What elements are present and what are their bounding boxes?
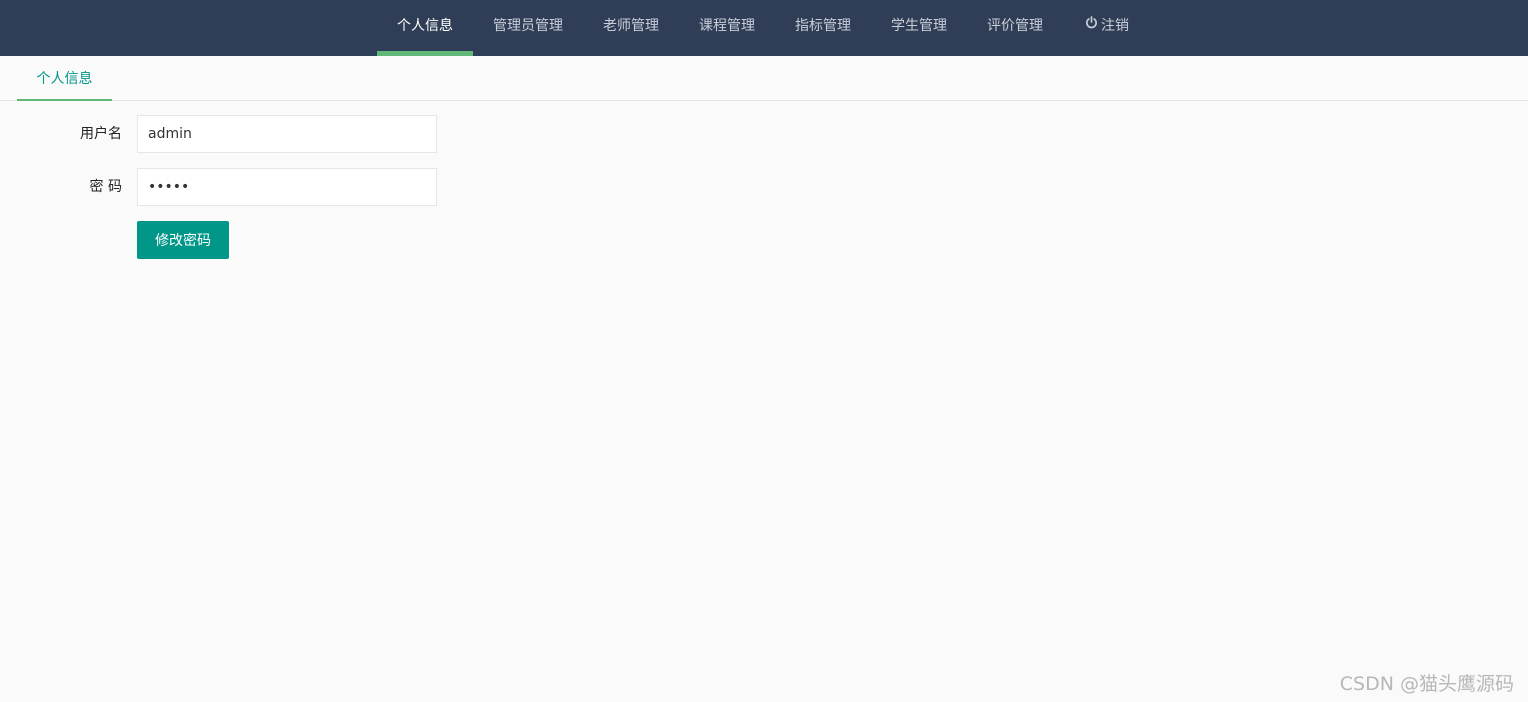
watermark: CSDN @猫头鹰源码 [1339,673,1514,695]
username-label: 用户名 [80,126,122,142]
top-navbar: 个人信息 管理员管理 老师管理 课程管理 指标管理 学生管理 评价管理 注销 [0,0,1528,56]
nav-item-evaluation-management[interactable]: 评价管理 [967,0,1063,56]
change-password-button[interactable]: 修改密码 [137,221,229,259]
password-field[interactable] [137,168,437,206]
nav-item-label: 老师管理 [603,18,659,34]
tab-label: 个人信息 [36,71,93,87]
nav-item-label: 评价管理 [987,18,1043,34]
nav-item-profile[interactable]: 个人信息 [377,0,473,56]
nav-item-label: 个人信息 [397,18,453,34]
power-icon [1085,0,1098,51]
nav-item-label: 课程管理 [699,18,755,34]
logout-button[interactable]: 注销 [1063,0,1151,56]
nav-item-label: 指标管理 [795,18,851,34]
password-label: 密 码 [89,179,122,195]
nav-item-label: 学生管理 [891,18,947,34]
nav-item-label: 管理员管理 [493,18,563,34]
tab-profile[interactable]: 个人信息 [17,56,112,101]
nav-item-indicator-management[interactable]: 指标管理 [775,0,871,56]
tab-bar: 个人信息 [0,56,1528,101]
logout-label: 注销 [1101,18,1129,34]
nav-item-course-management[interactable]: 课程管理 [679,0,775,56]
nav-item-admin-management[interactable]: 管理员管理 [473,0,583,56]
nav-item-student-management[interactable]: 学生管理 [871,0,967,56]
username-field[interactable] [137,115,437,153]
nav-item-teacher-management[interactable]: 老师管理 [583,0,679,56]
